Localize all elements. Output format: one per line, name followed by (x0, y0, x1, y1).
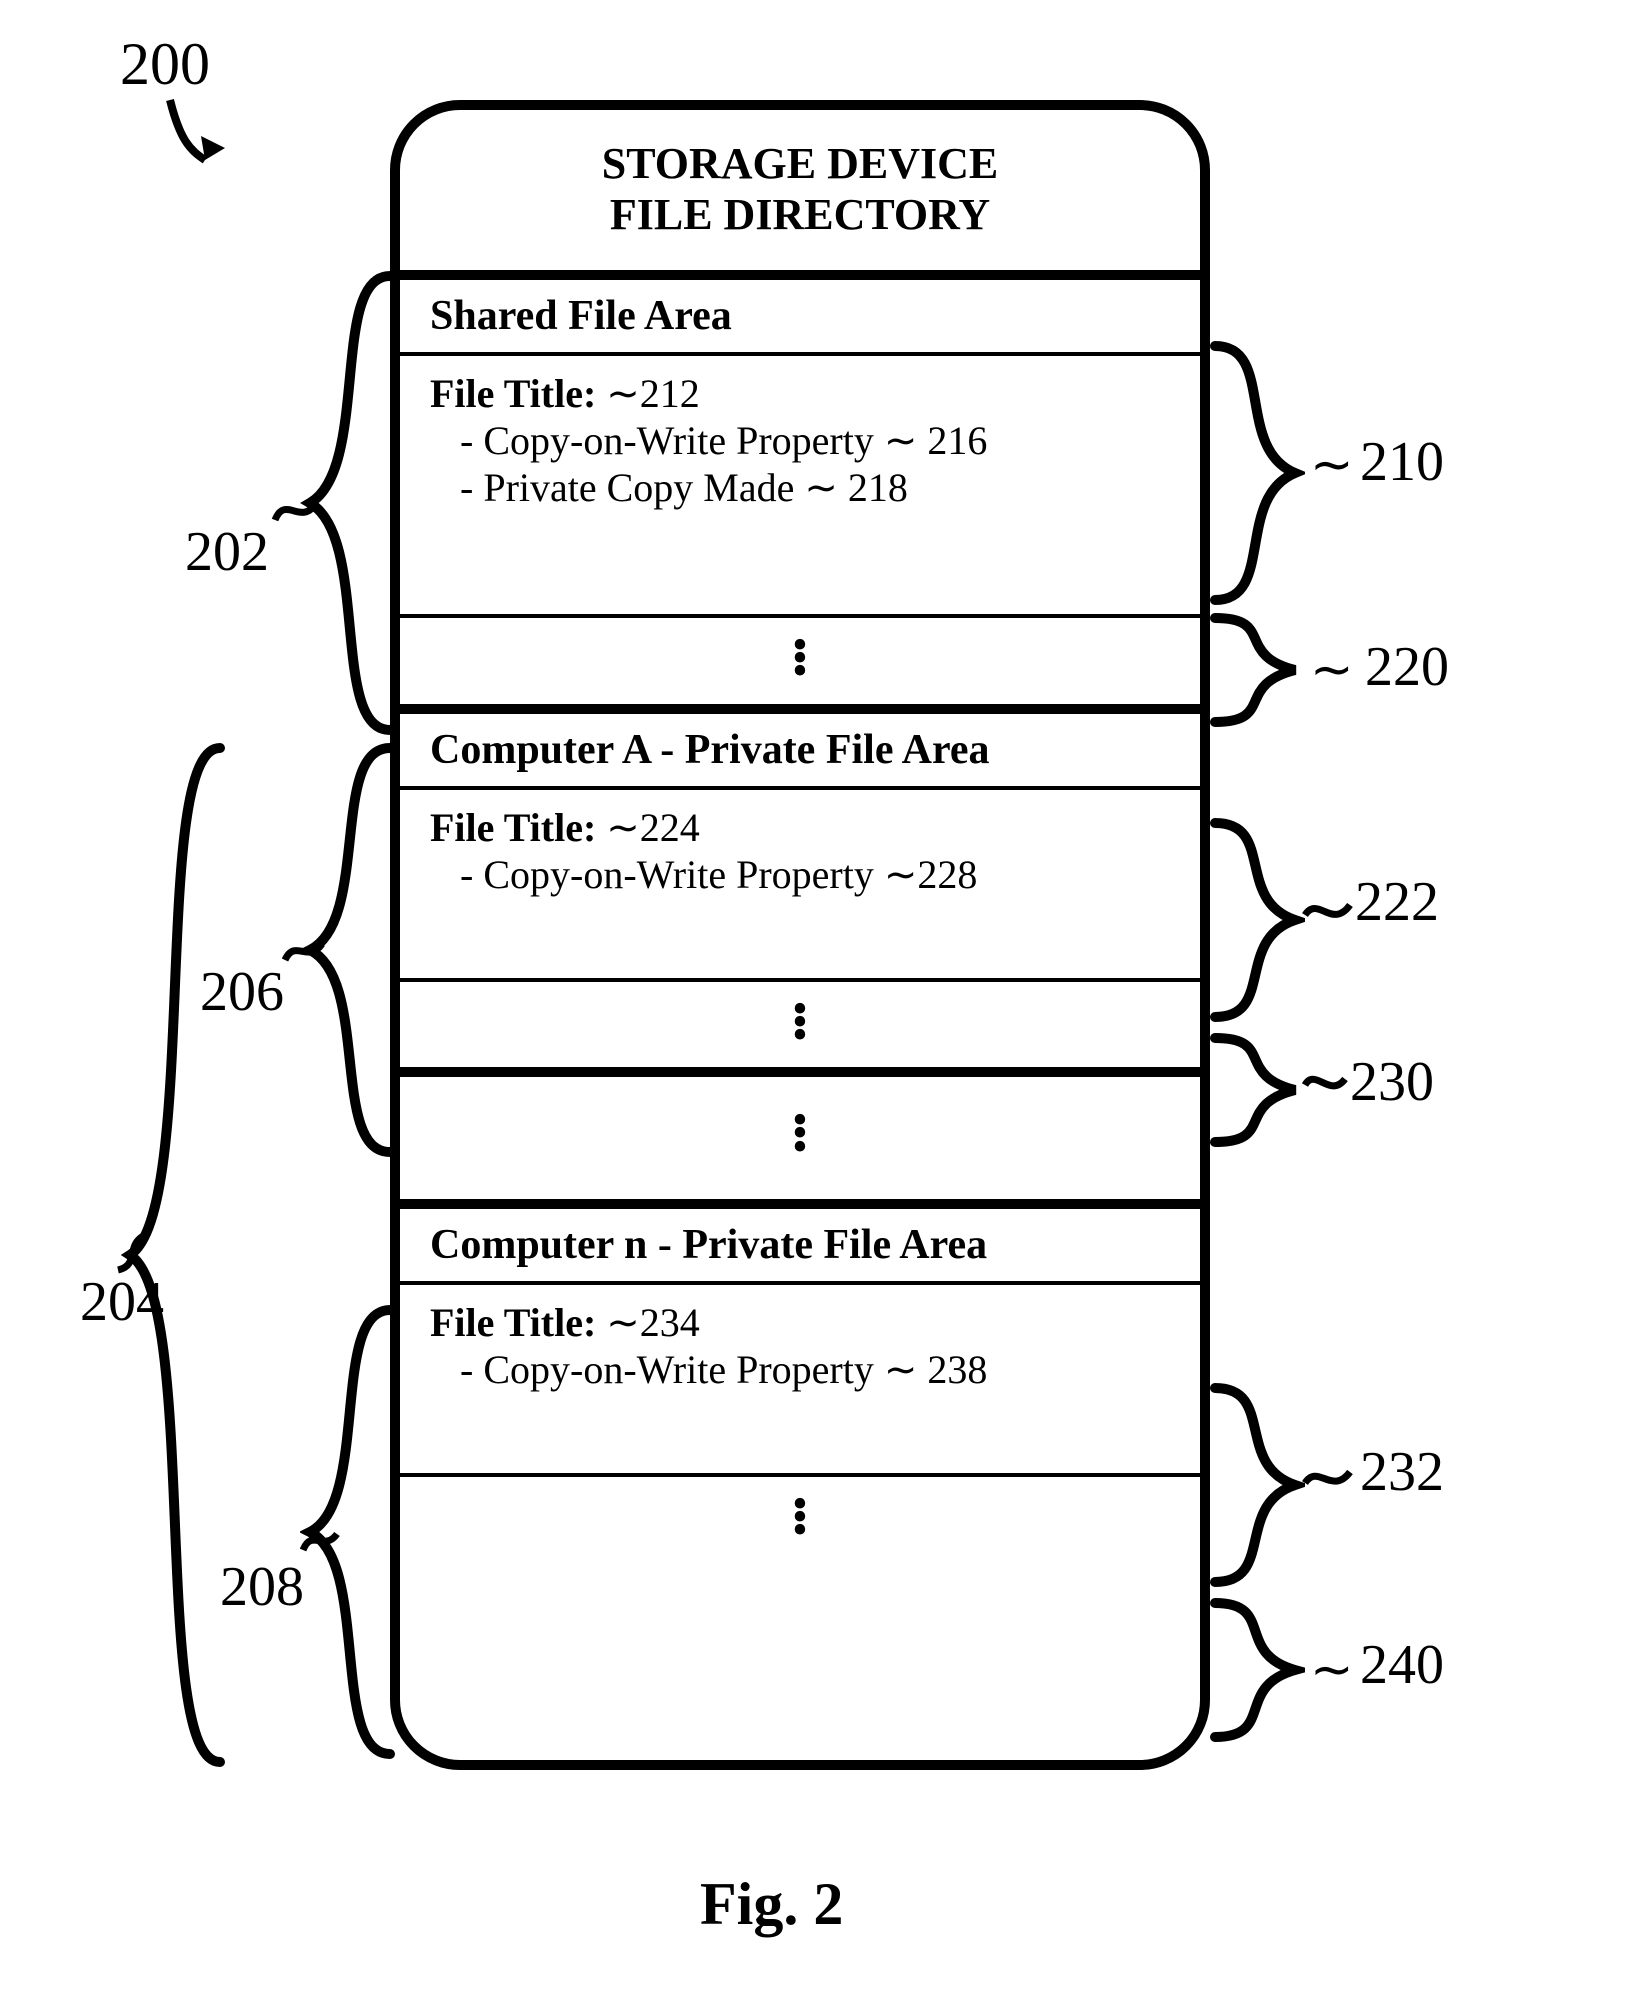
shared-entry-block: File Title: ∼212 - Copy-on-Write Propert… (400, 356, 1200, 614)
storage-device-box: STORAGE DEVICE FILE DIRECTORY Shared Fil… (390, 100, 1210, 1770)
device-title: STORAGE DEVICE FILE DIRECTORY (400, 110, 1200, 270)
figure-label: Fig. 2 (700, 1870, 843, 1939)
brace-right-232-icon (1205, 1380, 1305, 1590)
compA-more-dots: • • • (400, 982, 1200, 1068)
shared-area-header: Shared File Area (400, 270, 1200, 352)
ref-220: 220 (1365, 635, 1449, 699)
leader-204-icon (110, 1230, 155, 1275)
dot-icon: • (400, 1028, 1200, 1041)
device-title-line2: FILE DIRECTORY (610, 190, 990, 241)
compA-header: Computer A - Private File Area (400, 704, 1200, 786)
compN-more-dots: • • • (400, 1477, 1200, 1563)
brace-right-220-icon (1205, 610, 1305, 730)
ref-212: 212 (640, 371, 700, 416)
ref-224: 224 (640, 805, 700, 850)
compN-file-title-line: File Title: ∼234 (430, 1299, 1170, 1346)
device-title-line1: STORAGE DEVICE (602, 139, 999, 190)
brace-right-230-icon (1205, 1030, 1305, 1150)
tilde-icon: ∼ (884, 852, 918, 897)
shared-cow-line: - Copy-on-Write Property ∼ 216 (430, 417, 1170, 464)
tilde-icon: ∼ (606, 1300, 640, 1345)
compN-cow-line: - Copy-on-Write Property ∼ 238 (430, 1346, 1170, 1393)
leader-206-icon (280, 930, 325, 970)
ref-234: 234 (640, 1300, 700, 1345)
figure-canvas: 200 STORAGE DEVICE FILE DIRECTORY Shared… (0, 0, 1647, 2001)
tilde-icon: ∼ (1310, 640, 1354, 700)
ref-230: 230 (1350, 1050, 1434, 1114)
file-title-label: File Title: (430, 805, 596, 850)
leader-230-icon (1300, 1065, 1350, 1105)
dot-icon: • (400, 664, 1200, 677)
ref-218: 218 (848, 465, 908, 510)
compA-file-title-line: File Title: ∼224 (430, 804, 1170, 851)
ref-232: 232 (1360, 1440, 1444, 1504)
compN-entry-block: File Title: ∼234 - Copy-on-Write Propert… (400, 1285, 1200, 1473)
shared-pcm-line: - Private Copy Made ∼ 218 (430, 464, 1170, 511)
dot-icon: • (400, 1140, 1200, 1153)
file-title-label: File Title: (430, 1300, 596, 1345)
tilde-icon: ∼ (1310, 1640, 1354, 1700)
ref-210: 210 (1360, 430, 1444, 494)
shared-more-dots: • • • (400, 618, 1200, 704)
tilde-icon: ∼ (804, 465, 848, 510)
tilde-icon: ∼ (884, 1347, 928, 1392)
brace-right-222-icon (1205, 815, 1305, 1025)
ref-222: 222 (1355, 870, 1439, 934)
leader-208-icon (300, 1520, 340, 1560)
ref-240: 240 (1360, 1633, 1444, 1697)
brace-right-240-icon (1205, 1595, 1305, 1745)
tilde-icon: ∼ (606, 805, 640, 850)
leader-202-icon (270, 490, 320, 530)
ref-202: 202 (185, 520, 269, 584)
tilde-icon: ∼ (884, 418, 928, 463)
cow-label: - Copy-on-Write Property (460, 418, 874, 463)
compA-entry-block: File Title: ∼224 - Copy-on-Write Propert… (400, 790, 1200, 978)
divider-thick (400, 1067, 1200, 1077)
ref-228: 228 (917, 852, 977, 897)
tilde-icon: ∼ (606, 371, 640, 416)
compN-header: Computer n - Private File Area (400, 1199, 1200, 1281)
ref-216: 216 (927, 418, 987, 463)
between-areas-dots: • • • (400, 1077, 1200, 1199)
compA-cow-line: - Copy-on-Write Property ∼228 (430, 851, 1170, 898)
leader-232-icon (1300, 1458, 1355, 1500)
ref-200-arrow-icon (150, 90, 240, 180)
ref-204: 204 (80, 1270, 164, 1334)
tilde-icon: ∼ (1310, 435, 1354, 495)
brace-right-210-icon (1205, 338, 1305, 608)
leader-222-icon (1300, 890, 1355, 935)
cow-label: - Copy-on-Write Property (460, 1347, 874, 1392)
dot-icon: • (400, 1523, 1200, 1536)
cow-label: - Copy-on-Write Property (460, 852, 874, 897)
ref-238: 238 (927, 1347, 987, 1392)
ref-208: 208 (220, 1555, 304, 1619)
ref-200: 200 (120, 30, 210, 99)
ref-200-num: 200 (120, 31, 210, 97)
shared-file-title-line: File Title: ∼212 (430, 370, 1170, 417)
pcm-label: - Private Copy Made (460, 465, 794, 510)
file-title-label: File Title: (430, 371, 596, 416)
